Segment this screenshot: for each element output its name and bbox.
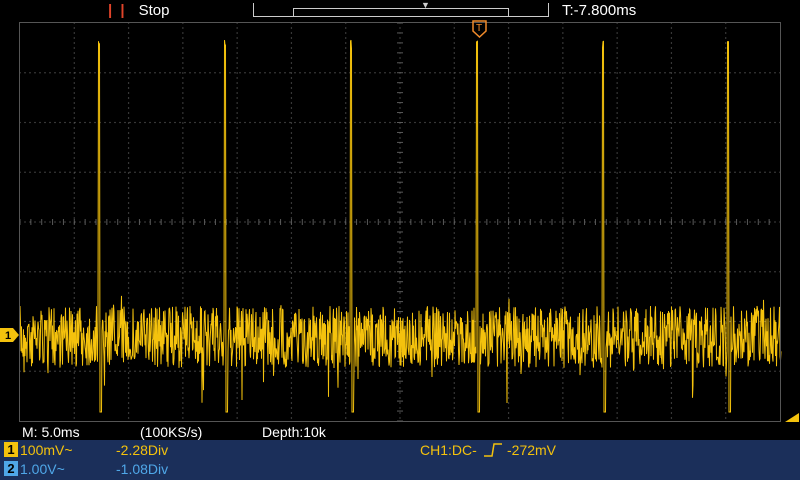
trigger-marker-label: T <box>476 23 482 34</box>
ch2-scale[interactable]: 1.00V~ <box>20 461 65 477</box>
ch1-badge[interactable]: 1 <box>4 442 18 457</box>
ch1-marker-label: 1 <box>5 330 11 342</box>
ch2-badge[interactable]: 2 <box>4 461 18 476</box>
trigger-level[interactable]: -272mV <box>507 442 556 458</box>
timebase-label[interactable]: M: 5.0ms <box>22 424 80 440</box>
sample-rate-label: (100KS/s) <box>140 424 203 440</box>
ch1-scale[interactable]: 100mV~ <box>20 442 73 458</box>
trigger-source[interactable]: CH1:DC- <box>420 442 477 458</box>
channel-info-panel: 1 100mV~ -2.28Div CH1:DC- -272mV 2 1.00V… <box>0 440 800 480</box>
rising-edge-icon <box>484 443 502 457</box>
ch1-offset[interactable]: -2.28Div <box>116 442 168 458</box>
acquisition-status-bar: M: 5.0ms (100KS/s) Depth:10k <box>0 422 800 440</box>
ch2-offset[interactable]: -1.08Div <box>116 461 168 477</box>
memory-depth-label[interactable]: Depth:10k <box>262 424 326 440</box>
trigger-position-marker[interactable]: T <box>472 20 488 38</box>
screen-border <box>19 22 781 422</box>
ch1-level-marker[interactable]: 1 <box>0 328 20 342</box>
